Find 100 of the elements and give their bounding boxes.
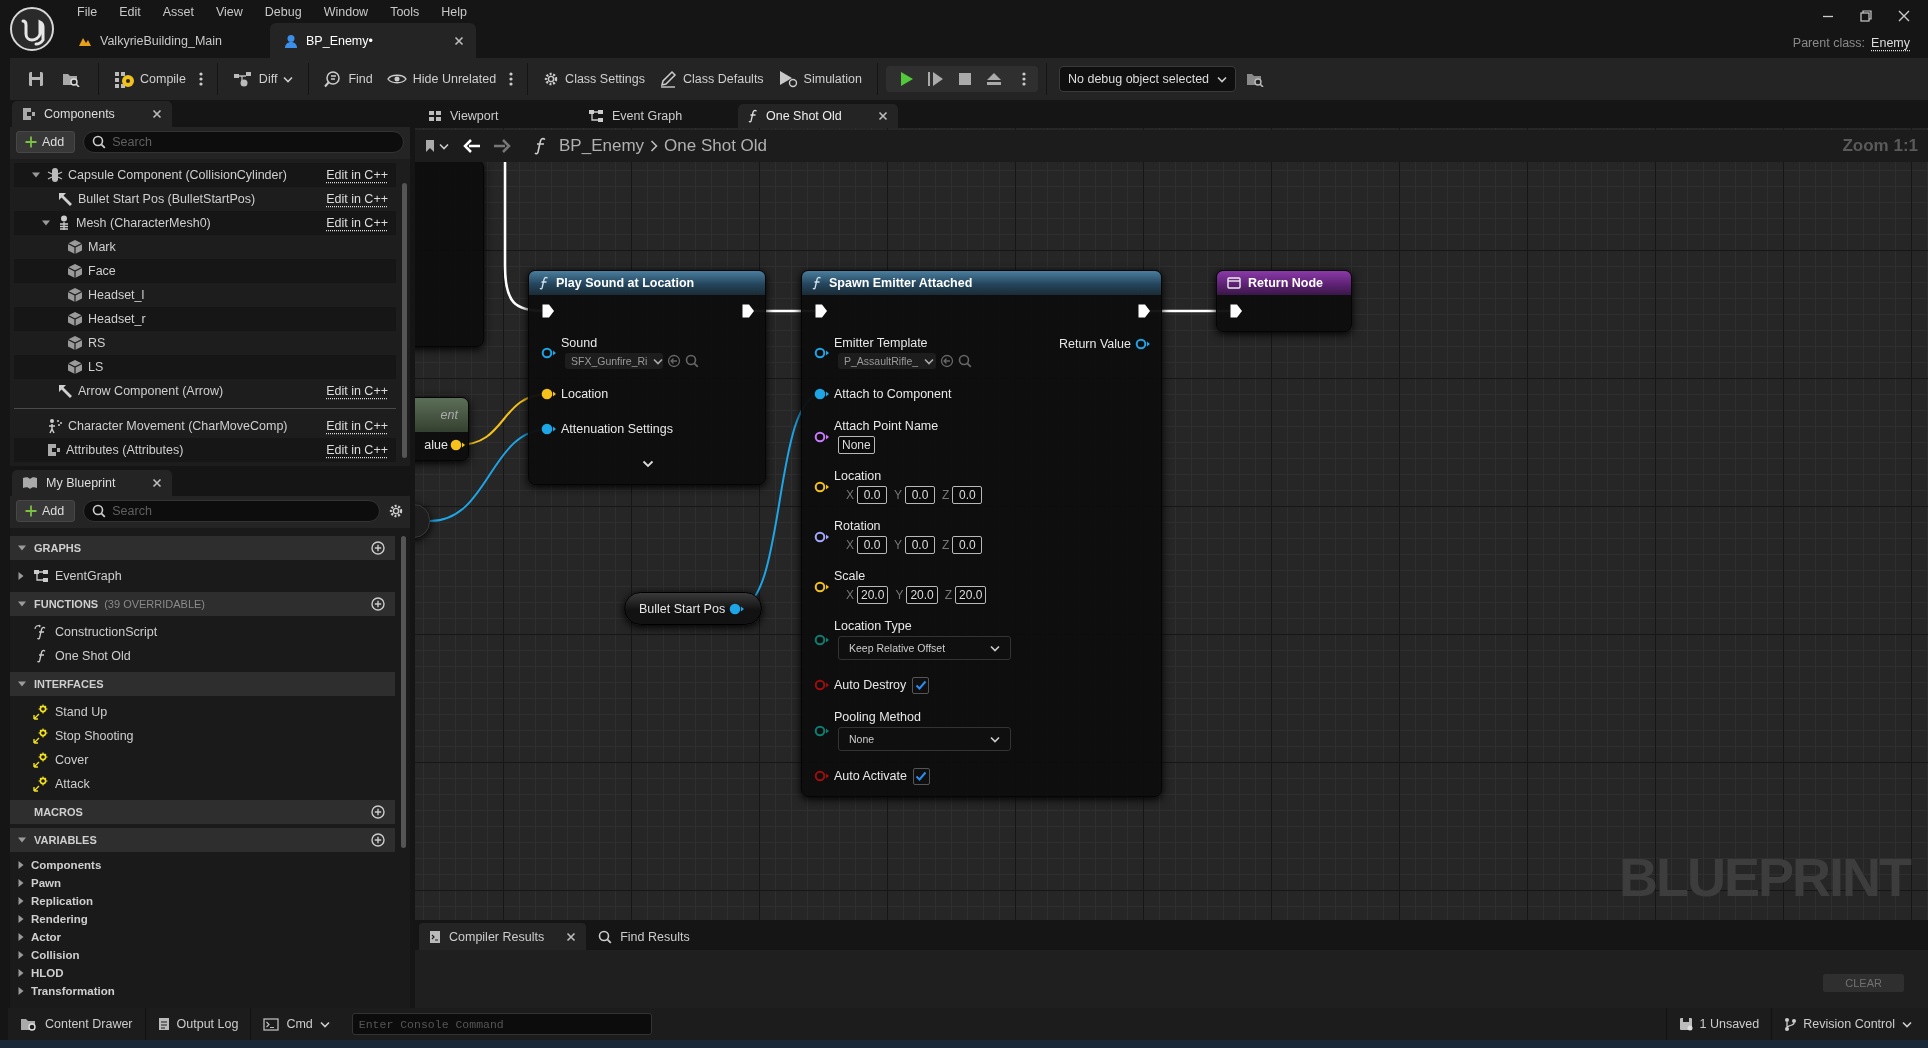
output-pin[interactable] <box>1135 338 1151 350</box>
panel-tab[interactable]: Components <box>12 101 172 127</box>
menu-item[interactable]: Window <box>312 5 380 19</box>
collapsed-arrow-icon[interactable] <box>16 968 26 978</box>
find-button[interactable]: Find <box>317 66 380 92</box>
member-item[interactable]: One Shot Old <box>55 649 131 663</box>
menu-item[interactable]: Edit <box>108 5 152 19</box>
component-name[interactable]: Mesh (CharacterMesh0) <box>76 216 211 230</box>
variable-category[interactable]: Rendering <box>31 913 88 925</box>
edit-in-cpp-link[interactable]: Edit in C++ <box>326 443 388 457</box>
browse-icon[interactable] <box>62 71 80 87</box>
expanded-arrow-icon[interactable] <box>17 835 27 845</box>
output-pin[interactable] <box>450 439 466 451</box>
more-options-icon[interactable] <box>1022 71 1026 87</box>
component-name[interactable]: Headset_l <box>88 288 145 302</box>
expanded-arrow-icon[interactable] <box>17 679 27 689</box>
section-header[interactable]: INTERFACES <box>10 672 395 696</box>
graph-tab[interactable]: One Shot Old <box>738 104 898 128</box>
collapsed-arrow-icon[interactable] <box>16 878 26 888</box>
number-field[interactable]: 0.0 <box>952 486 983 504</box>
close-icon[interactable] <box>878 111 888 121</box>
unsaved-button[interactable]: 1 Unsaved <box>1666 1008 1772 1040</box>
close-icon[interactable] <box>1898 10 1910 22</box>
add-button[interactable]: Add <box>16 131 76 153</box>
menu-item[interactable]: Debug <box>253 5 313 19</box>
simulation-button[interactable]: Simulation <box>770 66 869 92</box>
menu-item[interactable]: View <box>204 5 254 19</box>
component-name[interactable]: LS <box>88 360 104 374</box>
exec-output-pin[interactable] <box>741 303 755 319</box>
cmd-dropdown[interactable]: Cmd <box>251 1008 342 1040</box>
member-item[interactable]: ConstructionScript <box>55 625 158 639</box>
search-field[interactable]: Search <box>83 500 380 522</box>
member-item[interactable]: Attack <box>55 777 90 791</box>
member-item[interactable]: Stop Shooting <box>55 729 134 743</box>
exec-output-pin[interactable] <box>1137 303 1151 319</box>
class-defaults-button[interactable]: Class Defaults <box>652 66 771 92</box>
search-field[interactable]: Search <box>83 131 404 153</box>
content-drawer-button[interactable]: Content Drawer <box>8 1008 145 1040</box>
exec-input-pin[interactable] <box>541 303 555 319</box>
advanced-pins-toggle-icon[interactable] <box>642 460 654 468</box>
output-log-button[interactable]: Output Log <box>145 1008 251 1040</box>
revision-control-button[interactable]: Revision Control <box>1772 1008 1928 1040</box>
input-pin[interactable] <box>814 346 830 359</box>
output-pin[interactable] <box>729 602 746 615</box>
number-field[interactable]: 0.0 <box>857 536 887 554</box>
collapsed-arrow-icon[interactable] <box>16 571 26 581</box>
member-item[interactable]: Cover <box>55 753 89 767</box>
section-header[interactable]: GRAPHS <box>10 536 395 560</box>
component-name[interactable]: Mark <box>88 240 116 254</box>
component-name[interactable]: RS <box>88 336 106 350</box>
collapsed-arrow-icon[interactable] <box>16 896 26 906</box>
variable-category[interactable]: Pawn <box>31 877 62 889</box>
more-options-icon[interactable] <box>509 71 514 87</box>
restore-icon[interactable] <box>1860 10 1872 22</box>
input-pin[interactable] <box>814 530 830 543</box>
close-icon[interactable] <box>152 478 162 488</box>
input-pin[interactable] <box>814 580 830 593</box>
input-pin[interactable] <box>814 679 830 691</box>
settings-icon[interactable] <box>543 71 560 87</box>
checkbox[interactable] <box>912 676 930 694</box>
add-icon[interactable] <box>371 833 385 847</box>
input-pin[interactable] <box>814 633 830 646</box>
input-pin[interactable] <box>541 388 557 400</box>
menu-item[interactable]: Tools <box>379 5 431 19</box>
input-pin[interactable] <box>541 346 557 359</box>
hide-unrelated-button[interactable]: Hide Unrelated <box>379 68 504 90</box>
compile-button[interactable]: Compile <box>107 66 193 92</box>
variable-category[interactable]: HLOD <box>31 967 64 979</box>
scrollbar[interactable] <box>402 183 407 458</box>
parent-class-link[interactable]: Enemy <box>1871 36 1910 50</box>
edit-in-cpp-link[interactable]: Edit in C++ <box>326 419 388 433</box>
menu-item[interactable]: File <box>66 5 109 19</box>
step-icon[interactable] <box>928 71 944 87</box>
collapsed-arrow-icon[interactable] <box>16 860 26 870</box>
input-pin[interactable] <box>814 724 830 737</box>
folder-search-icon[interactable] <box>1246 71 1265 87</box>
number-field[interactable]: 20.0 <box>906 586 938 604</box>
component-name[interactable]: Character Movement (CharMoveComp) <box>68 419 288 433</box>
graph-tab[interactable]: Event Graph <box>578 104 738 128</box>
variable-category[interactable]: Collision <box>31 949 80 961</box>
number-field[interactable]: 0.0 <box>952 536 983 554</box>
checkbox[interactable] <box>912 767 930 785</box>
debug-object-dropdown[interactable]: No debug object selected <box>1059 66 1237 92</box>
variable-category[interactable]: Transformation <box>31 985 115 997</box>
variable-category[interactable]: Components <box>31 859 102 871</box>
edit-in-cpp-link[interactable]: Edit in C++ <box>326 192 388 206</box>
expanded-arrow-icon[interactable] <box>31 170 41 180</box>
number-field[interactable]: 0.0 <box>905 536 936 554</box>
class-settings-button[interactable]: Class Settings <box>536 67 652 91</box>
component-name[interactable]: Headset_r <box>88 312 146 326</box>
collapsed-arrow-icon[interactable] <box>16 950 26 960</box>
component-name[interactable]: Bullet Start Pos (BulletStartPos) <box>78 192 256 206</box>
section-header[interactable]: FUNCTIONS (39 OVERRIDABLE) <box>10 592 395 616</box>
play-icon[interactable] <box>900 71 914 87</box>
collapsed-arrow-icon[interactable] <box>16 986 26 996</box>
use-selected-icon[interactable] <box>940 354 954 368</box>
diff-button[interactable]: Diff <box>225 67 301 91</box>
member-item[interactable]: EventGraph <box>55 569 122 583</box>
collapsed-arrow-icon[interactable] <box>16 914 26 924</box>
asset-dropdown[interactable]: P_AssaultRifle_ <box>838 353 936 369</box>
